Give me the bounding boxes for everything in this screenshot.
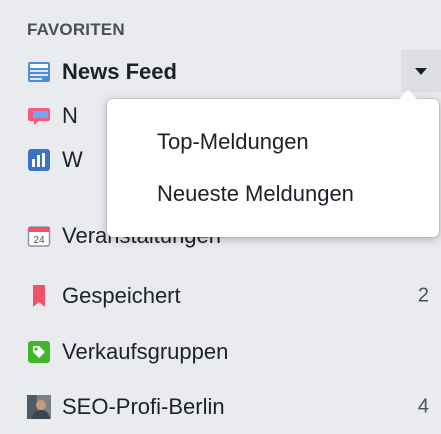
section-header: FAVORITEN [27, 20, 125, 39]
pages-feed-icon [27, 148, 51, 172]
sidebar-item-label: W [62, 147, 83, 172]
news-feed-sort-dropdown: Top-Meldungen Neueste Meldungen [107, 90, 439, 237]
group-avatar-icon [27, 395, 51, 419]
sidebar-item-sale-groups[interactable]: Verkaufsgruppen [0, 330, 441, 374]
sidebar-item-label: SEO-Profi-Berlin [62, 394, 225, 419]
sidebar-item-saved[interactable]: Gespeichert 2 [0, 274, 441, 318]
news-feed-icon [27, 60, 51, 84]
chevron-down-icon [415, 67, 427, 75]
events-calendar-icon: 24 [27, 224, 51, 248]
news-feed-options-button[interactable] [401, 50, 441, 92]
saved-bookmark-icon [27, 284, 51, 308]
sidebar-item-label: Verkaufsgruppen [62, 339, 229, 364]
menu-item-top-stories[interactable]: Top-Meldungen [157, 129, 309, 155]
sidebar-item-news-feed[interactable]: News Feed [0, 50, 441, 94]
sidebar-item-seo-profi-berlin[interactable]: SEO-Profi-Berlin 4 [0, 385, 441, 429]
sidebar-item-label: Gespeichert [62, 283, 181, 308]
svg-text:24: 24 [33, 235, 45, 246]
sale-tag-icon [27, 340, 51, 364]
menu-item-most-recent[interactable]: Neueste Meldungen [157, 181, 354, 207]
notification-count: 2 [417, 284, 429, 307]
dropdown-arrow [399, 90, 417, 99]
sidebar-item-label: N [62, 103, 78, 128]
sidebar-item-label: News Feed [62, 59, 177, 84]
notification-count: 4 [417, 395, 429, 418]
messages-icon [27, 104, 51, 128]
